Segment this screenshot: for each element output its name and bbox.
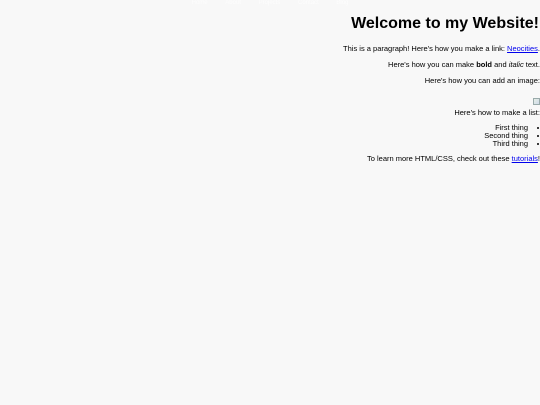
- intro-paragraph: .This is a paragraph! Here's how you mak…: [0, 44, 540, 53]
- formatting-paragraph: .Here's how you can make bold and italic…: [0, 60, 540, 69]
- neocities-link[interactable]: Neocities: [507, 44, 538, 53]
- broken-image-icon: [533, 98, 540, 105]
- tutorials-paragraph: !To learn more HTML/CSS, check out these…: [0, 154, 540, 163]
- tutorials-link[interactable]: tutorials: [512, 154, 538, 163]
- page-content: !Welcome to my Website .This is a paragr…: [0, 0, 540, 170]
- image-paragraph: :Here's how you can add an image: [424, 76, 540, 85]
- formatting-text-after: text: [523, 60, 538, 69]
- list-item: Second thing: [0, 132, 528, 140]
- list-paragraph: :Here's how to make a list: [454, 108, 540, 117]
- formatting-text-middle: and: [492, 60, 509, 69]
- bold-text: bold: [476, 60, 493, 69]
- list-item: Third thing: [0, 140, 528, 148]
- list-item: First thing: [0, 124, 528, 132]
- page-title: !Welcome to my Website: [351, 15, 539, 32]
- italic-text: italic: [508, 60, 524, 69]
- image-container: [0, 92, 540, 105]
- thing-list: First thing Second thing Third thing: [0, 124, 540, 148]
